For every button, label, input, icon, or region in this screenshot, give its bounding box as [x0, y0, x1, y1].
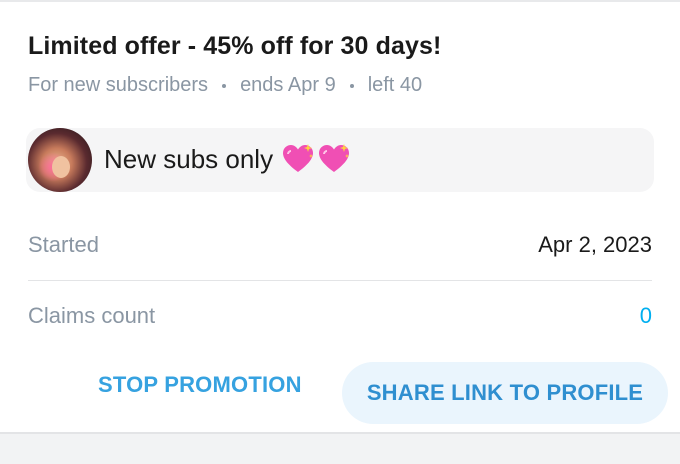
promotion-card: Limited offer - 45% off for 30 days! For… — [0, 0, 680, 432]
started-value: Apr 2, 2023 — [538, 232, 652, 257]
avatar[interactable] — [28, 128, 92, 192]
started-label: Started — [28, 232, 99, 257]
promotion-audience: For new subscribers — [28, 74, 209, 96]
claims-row: Claims count 0 — [28, 281, 652, 351]
sparkling-heart-icon — [319, 144, 350, 172]
avatar-face — [52, 156, 70, 178]
sparkling-heart-emojis — [281, 142, 353, 176]
sparkling-heart-icon — [283, 144, 314, 172]
promotion-title: Limited offer - 45% off for 30 days! — [28, 32, 442, 60]
separator-dot — [349, 83, 354, 88]
started-row: Started Apr 2, 2023 — [28, 210, 652, 280]
share-link-button[interactable]: SHARE LINK TO PROFILE — [342, 362, 668, 424]
promotion-end-date: ends Apr 9 — [240, 74, 336, 96]
claims-count-link[interactable]: 0 — [640, 303, 652, 329]
bottom-strip — [0, 432, 680, 464]
promotion-remaining: left 40 — [367, 74, 423, 96]
separator-dot — [222, 83, 227, 88]
promotion-message-text: New subs only — [104, 143, 274, 174]
stop-promotion-button[interactable]: STOP PROMOTION — [98, 372, 302, 398]
claims-label: Claims count — [28, 303, 156, 328]
promotion-meta: For new subscribers ends Apr 9 left 40 — [28, 74, 422, 97]
promotion-message: New subs only — [104, 142, 353, 176]
